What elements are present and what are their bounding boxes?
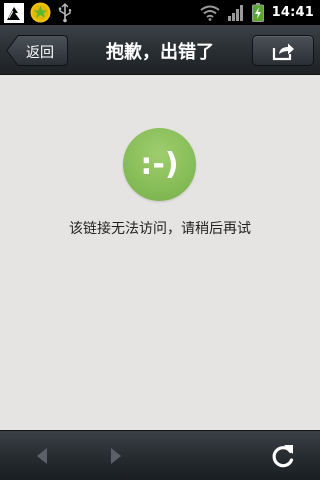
signal-icon	[227, 4, 243, 21]
battery-charging-icon	[251, 3, 264, 22]
usb-icon	[58, 2, 72, 22]
back-button[interactable]: 返回	[6, 35, 68, 66]
error-message: 该链接无法访问，请稍后再试	[69, 221, 251, 237]
error-content: :-) 该链接无法访问，请稍后再试	[0, 75, 320, 430]
title-bar: 返回 抱歉，出错了	[0, 25, 320, 75]
arrow-right-icon	[111, 448, 121, 464]
notification-icons	[4, 2, 73, 23]
clock: 14:41	[271, 5, 314, 20]
app-notification-icon	[30, 2, 51, 23]
nav-back-button[interactable]	[18, 431, 68, 480]
wifi-icon	[199, 5, 220, 21]
arrow-left-icon	[37, 448, 47, 464]
usb-debug-icon	[4, 2, 24, 23]
status-bar: 14:41	[0, 0, 320, 25]
refresh-icon	[272, 445, 294, 468]
refresh-button[interactable]	[258, 431, 308, 480]
smiley-icon: :-)	[123, 128, 196, 201]
back-label: 返回	[26, 45, 54, 61]
page-title: 抱歉，出错了	[106, 42, 214, 63]
nav-forward-button[interactable]	[90, 431, 140, 480]
system-icons: 14:41	[199, 0, 314, 25]
share-icon	[272, 43, 294, 61]
bottom-toolbar	[0, 430, 320, 480]
share-button[interactable]	[252, 35, 314, 66]
